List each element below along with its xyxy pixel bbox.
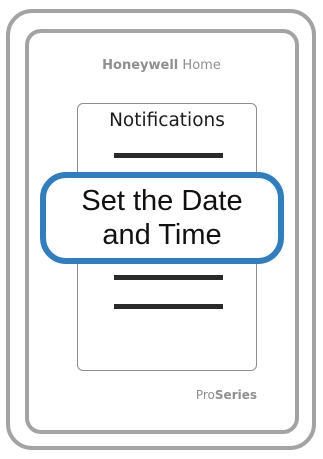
brand-name-light: Home (182, 58, 221, 73)
series-prefix: Pro (195, 388, 215, 402)
menu-item-placeholder-bar (114, 153, 223, 158)
series-suffix: Series (214, 388, 257, 402)
selected-menu-item[interactable]: Set the Date and Time (40, 172, 284, 264)
screen-title: Notifications (109, 110, 225, 131)
brand-name-bold: Honeywell (102, 58, 179, 73)
brand-logo: Honeywell Home (0, 58, 323, 74)
series-logo: ProSeries (196, 388, 257, 402)
menu-item-placeholder-bar (114, 304, 223, 309)
selected-menu-item-label: Set the Date and Time (81, 185, 243, 251)
menu-item-placeholder-bar (114, 275, 223, 280)
